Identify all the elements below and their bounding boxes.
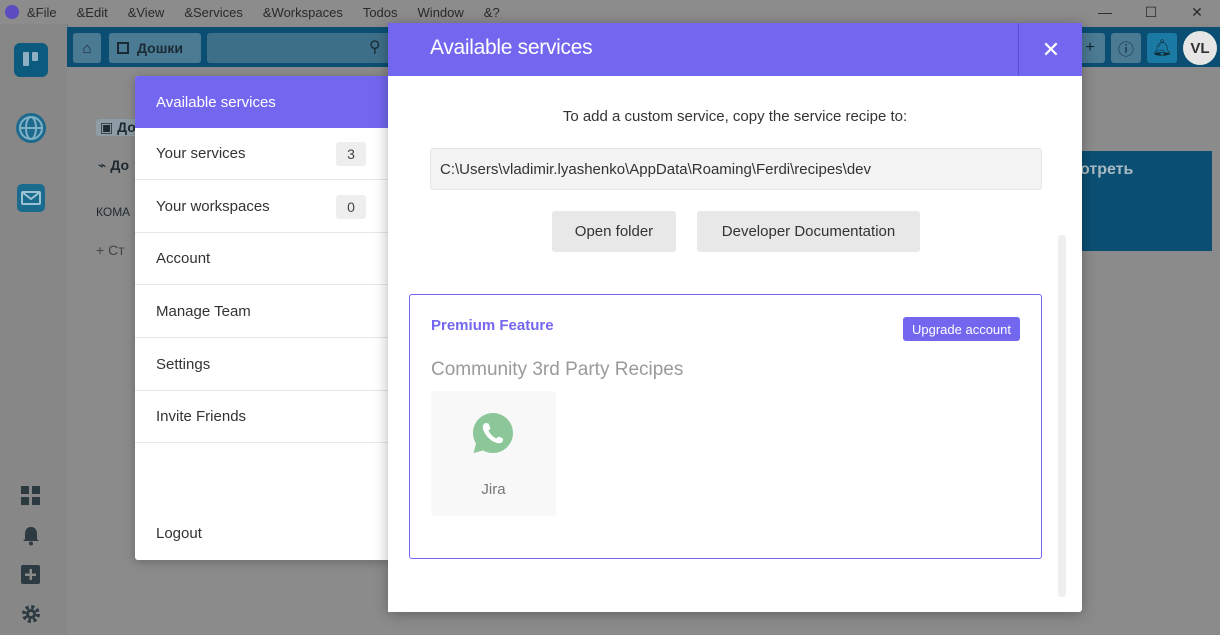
home-icon: ⌂	[82, 39, 92, 57]
menu-file[interactable]: &File	[27, 5, 57, 20]
open-folder-button[interactable]: Open folder	[552, 211, 676, 252]
minimize-button[interactable]: —	[1082, 0, 1128, 24]
nav-label: Available services	[156, 93, 276, 111]
services-count-badge: 3	[336, 141, 366, 166]
maximize-button[interactable]: ☐	[1128, 0, 1174, 24]
close-modal-button[interactable]: ✕	[1018, 23, 1083, 76]
available-services-modal: Available services ✕ To add a custom ser…	[388, 23, 1082, 612]
settings-gear-icon[interactable]	[20, 603, 42, 625]
service-mail[interactable]	[14, 181, 48, 215]
nav-invite-friends[interactable]: Invite Friends	[135, 391, 388, 443]
logout-label: Logout	[156, 524, 202, 542]
service-trello[interactable]	[14, 43, 48, 77]
trello-info-button[interactable]: ⓘ	[1111, 33, 1141, 63]
recipe-path-value: C:\Users\vladimir.lyashenko\AppData\Roam…	[440, 160, 872, 178]
workspaces-grid-icon[interactable]	[20, 485, 42, 507]
nav-your-workspaces[interactable]: Your workspaces 0	[135, 181, 388, 233]
plus-small-icon: +	[96, 242, 109, 258]
add-service-icon[interactable]	[20, 564, 42, 586]
mail-icon	[17, 184, 45, 212]
close-icon: ✕	[1041, 36, 1061, 62]
plus-icon: +	[1085, 39, 1095, 56]
premium-feature-box: Premium Feature Upgrade account Communit…	[409, 294, 1042, 559]
menu-todos[interactable]: Todos	[363, 5, 398, 20]
nav-manage-team[interactable]: Manage Team	[135, 286, 388, 338]
activity-icon: ⌁	[98, 157, 111, 173]
trello-search-input[interactable]: ⚲	[207, 33, 397, 63]
nav-account[interactable]: Account	[135, 233, 388, 285]
trello-notifications-button[interactable]: 🔔︎	[1147, 33, 1177, 63]
nav-label: Your workspaces	[156, 198, 270, 215]
nav-label: Invite Friends	[156, 408, 247, 425]
nav-label: Your services	[156, 145, 246, 162]
avatar[interactable]: VL	[1183, 31, 1217, 65]
nav-available-services[interactable]: Available services	[135, 76, 388, 128]
logout-button[interactable]: Logout	[135, 507, 388, 559]
trello-boards-button[interactable]: Дошки	[109, 33, 201, 63]
modal-title: Available services	[430, 36, 593, 59]
trello-card[interactable]: отреть	[1060, 151, 1212, 251]
premium-feature-title: Premium Feature	[431, 317, 554, 334]
menu-bar: &File &Edit &View &Services &Workspaces …	[0, 0, 1220, 24]
menu-window[interactable]: Window	[418, 5, 464, 20]
recipe-tile[interactable]: Jira	[431, 391, 556, 516]
trello-icon	[20, 49, 42, 71]
recipe-name: Jira	[481, 481, 506, 498]
settings-navigation: Available services Your services 3 Your …	[135, 76, 388, 560]
nav-label: Manage Team	[156, 303, 251, 320]
close-window-button[interactable]: ✕	[1174, 0, 1220, 24]
search-icon: ⚲	[369, 39, 381, 56]
modal-header: Available services ✕	[388, 23, 1082, 76]
nav-your-services[interactable]: Your services 3	[135, 128, 388, 180]
menu-services[interactable]: &Services	[184, 5, 243, 20]
menu-edit[interactable]: &Edit	[77, 5, 108, 20]
nav-label: Settings	[156, 356, 211, 373]
boards-label: Дошки	[137, 40, 183, 56]
menu-view[interactable]: &View	[128, 5, 165, 20]
globe-icon	[16, 113, 46, 143]
upgrade-account-button[interactable]: Upgrade account	[903, 317, 1020, 341]
service-web[interactable]	[14, 111, 48, 145]
custom-service-hint: To add a custom service, copy the servic…	[562, 108, 908, 125]
trello-sidebar-item-boards[interactable]: ▣ До	[96, 119, 140, 136]
whatsapp-icon	[473, 413, 513, 453]
info-icon: ⓘ	[1117, 42, 1134, 59]
developer-documentation-button[interactable]: Developer Documentation	[697, 211, 920, 252]
ferdi-logo-icon	[5, 5, 19, 19]
nav-settings[interactable]: Settings	[135, 339, 388, 391]
community-recipes-title: Community 3rd Party Recipes	[431, 359, 684, 380]
boards-small-icon: ▣	[100, 119, 118, 135]
boards-icon	[117, 42, 129, 54]
menu-help[interactable]: &?	[484, 5, 500, 20]
recipe-path-field[interactable]: C:\Users\vladimir.lyashenko\AppData\Roam…	[430, 148, 1042, 190]
trello-home-button[interactable]: ⌂	[73, 33, 101, 63]
trello-create-team[interactable]: + Ст	[96, 242, 125, 258]
modal-scrollbar[interactable]	[1058, 235, 1066, 597]
menu-workspaces[interactable]: &Workspaces	[263, 5, 343, 20]
workspaces-count-badge: 0	[336, 194, 366, 219]
bell-icon: 🔔︎	[1151, 40, 1173, 57]
nav-label: Account	[156, 250, 211, 267]
trello-sidebar-item-activity[interactable]: ⌁ До	[98, 157, 129, 174]
trello-card-text: отреть	[1080, 161, 1134, 178]
trello-section-label: КОМА	[96, 205, 131, 219]
notifications-bell-icon[interactable]	[20, 525, 42, 547]
